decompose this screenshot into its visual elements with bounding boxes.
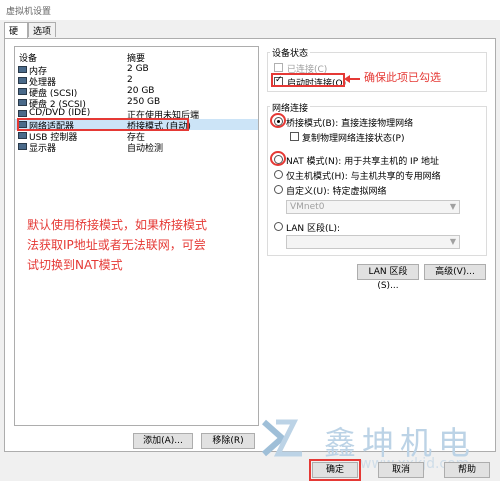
device-summary: 2 GB <box>127 64 149 74</box>
highlight-ok <box>309 459 361 481</box>
annotation-note: 默认使用桥接模式，如果桥接模式 法获取IP地址或者无法联网，可尝 试切换到NAT… <box>27 215 207 275</box>
custom-network-value: VMnet0 <box>290 202 325 212</box>
brand-logo-icon <box>262 419 302 457</box>
highlight-nat <box>270 151 286 166</box>
lan-segment-radio[interactable] <box>274 222 283 231</box>
replicate-label: 复制物理网络连接状态(P) <box>302 134 405 144</box>
tab-options[interactable]: 选项 <box>28 22 56 37</box>
add-button[interactable]: 添加(A)... <box>133 433 193 449</box>
device-status-title: 设备状态 <box>270 46 311 59</box>
device-name: 显示器 <box>29 144 57 154</box>
replicate-checkbox[interactable] <box>290 132 299 141</box>
bridged-label: 桥接模式(B): 直接连接物理网络 <box>286 119 414 129</box>
device-list[interactable]: 设备 摘要 内存 2 GB 处理器 2 硬盘 (SCSI) 20 GB 硬盘 2… <box>14 46 259 449</box>
column-header-device[interactable]: 设备 <box>19 51 37 64</box>
highlight-network-adapter <box>17 118 189 131</box>
annotation-line: 试切换到NAT模式 <box>27 258 123 272</box>
network-connection-title: 网络连接 <box>270 101 311 114</box>
display-icon <box>18 143 27 150</box>
highlight-connect-on-start <box>271 73 345 87</box>
window-title: 虚拟机设置 <box>6 7 52 17</box>
hostonly-label: 仅主机模式(H): 与主机共享的专用网络 <box>286 172 441 182</box>
lan-segment-select[interactable]: ▼ <box>286 235 460 249</box>
device-summary: 2 <box>127 75 133 85</box>
harddisk-icon <box>18 88 27 95</box>
cpu-icon <box>18 77 27 84</box>
highlight-bridged <box>270 113 286 128</box>
device-row-cpu[interactable]: 处理器 2 <box>15 75 258 88</box>
custom-network-select[interactable]: VMnet0 ▼ <box>286 200 460 214</box>
custom-radio[interactable] <box>274 185 283 194</box>
connected-checkbox[interactable] <box>274 63 283 72</box>
lan-segment-button[interactable]: LAN 区段(S)... <box>357 264 419 291</box>
device-summary: 250 GB <box>127 97 161 107</box>
advanced-button[interactable]: 高级(V)... <box>424 264 486 280</box>
lan-segment-label: LAN 区段(L): <box>286 224 341 234</box>
device-name: CD/DVD (IDE) <box>29 108 91 118</box>
annotation-line: 默认使用桥接模式，如果桥接模式 <box>27 218 208 232</box>
check-annotation: 确保此项已勾选 <box>364 71 441 84</box>
device-row-harddisk[interactable]: 硬盘 (SCSI) 20 GB <box>15 86 258 99</box>
device-summary: 自动检测 <box>127 144 164 154</box>
device-row-usb[interactable]: USB 控制器 存在 <box>15 130 258 143</box>
device-summary: 20 GB <box>127 86 155 96</box>
cdrom-icon <box>18 110 27 117</box>
custom-label: 自定义(U): 特定虚拟网络 <box>286 187 387 197</box>
device-row-memory[interactable]: 内存 2 GB <box>15 64 258 77</box>
annotation-line: 法获取IP地址或者无法联网，可尝 <box>27 238 206 252</box>
remove-button[interactable]: 移除(R) <box>201 433 255 449</box>
help-button[interactable]: 帮助 <box>444 462 490 478</box>
tab-hardware[interactable]: 硬件 <box>4 22 28 50</box>
arrow-shaft <box>349 78 360 80</box>
chevron-down-icon: ▼ <box>449 202 456 211</box>
usb-icon <box>18 132 27 139</box>
hostonly-radio[interactable] <box>274 170 283 179</box>
cancel-button[interactable]: 取消 <box>378 462 424 478</box>
title-bar: 虚拟机设置 <box>0 0 500 20</box>
device-row-harddisk-2[interactable]: 硬盘 2 (SCSI) 250 GB <box>15 97 258 110</box>
device-row-display[interactable]: 显示器 自动检测 <box>15 141 258 154</box>
column-header-summary[interactable]: 摘要 <box>127 51 145 64</box>
chevron-down-icon: ▼ <box>449 237 456 246</box>
memory-icon <box>18 66 27 73</box>
nat-label: NAT 模式(N): 用于共享主机的 IP 地址 <box>286 157 440 167</box>
harddisk-icon <box>18 99 27 106</box>
arrow-left-icon <box>344 75 350 83</box>
